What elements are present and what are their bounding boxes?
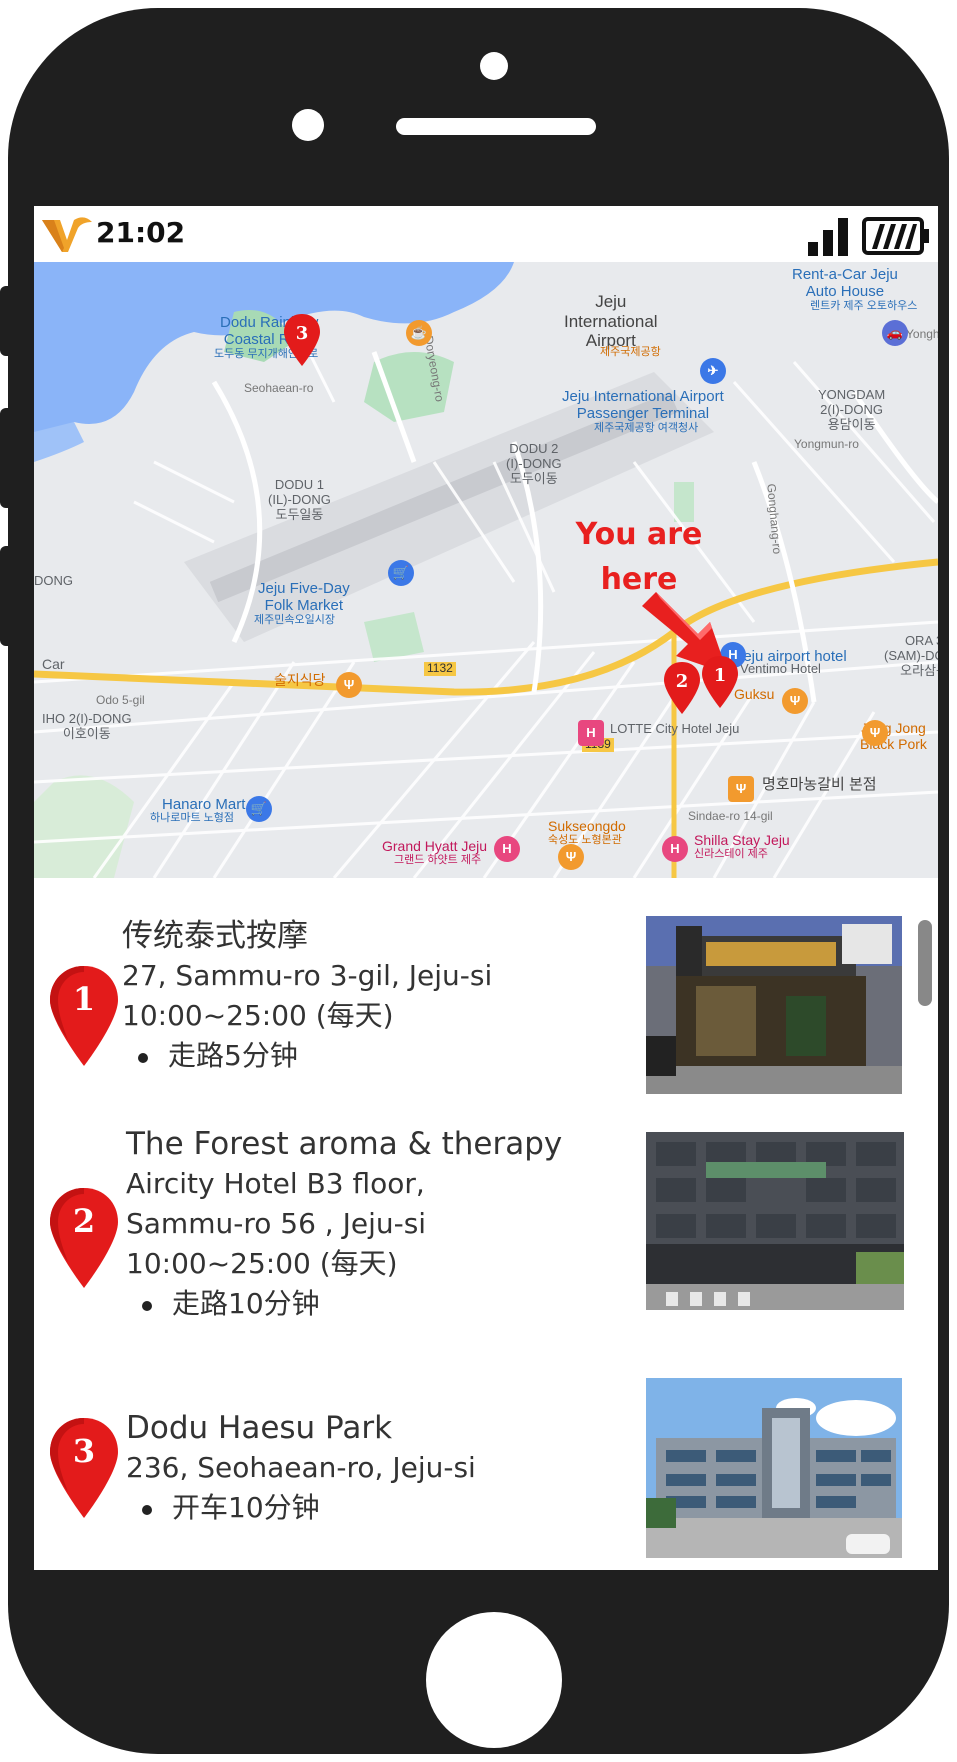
place-2-pin-icon: 2 [48,1186,120,1290]
map-label-car: Car [42,656,65,672]
place-2-hours: 10:00~25:00 (每天) [126,1247,398,1280]
map-label-terminal: Jeju International Airport Passenger Term… [562,388,724,423]
map-label-sukseong: Sukseongdo [548,818,626,834]
restaurant-sukseong-icon[interactable]: Ψ [558,844,584,870]
map-label-dodu2: DODU 2 (I)-DONG 도두이동 [506,441,562,486]
map-label-folk-market-kr: 제주민속오일시장 [254,614,335,626]
restaurant-poi-icon[interactable]: Ψ [336,672,362,698]
restaurant-myeongho-icon[interactable]: Ψ [728,776,754,802]
map-label-folk-market: Jeju Five-Day Folk Market [258,580,350,615]
home-button[interactable] [426,1612,562,1748]
map-view[interactable]: Jeju International Airport 제주국제공항 Jeju Int… [34,262,938,878]
map-label-yongdam: YONGDAM 2(I)-DONG 용담이동 [818,387,886,432]
map-label-terminal-kr: 제주국제공항 여객청사 [594,422,699,434]
front-camera [480,52,508,80]
map-pin-1-number: 1 [714,665,727,686]
place-2-address-line-1: Aircity Hotel B3 floor, [126,1167,425,1200]
place-2-title: The Forest aroma & therapy [126,1126,563,1162]
place-1-photo[interactable] [646,916,902,1094]
map-label-sindae: Sindae-ro 14-gil [688,809,773,823]
earpiece-speaker [396,118,596,135]
place-2-photo[interactable] [646,1132,904,1310]
map-label-shilla: Shilla Stay Jeju [694,832,790,848]
map-pin-1[interactable]: 1 [700,654,740,710]
map-label-rentacar: Rent-a-Car Jeju Auto House [792,266,898,301]
map-label-lotte: LOTTE City Hotel Jeju [610,721,740,736]
restaurant-gukso-icon[interactable]: Ψ [782,688,808,714]
map-label-ora3: ORA 3(SAM)-DONG오라삼동 [884,633,938,678]
market-poi-icon[interactable]: 🛒 [388,560,414,586]
place-item-1[interactable]: 1 传统泰式按摩 27, Sammu-ro 3-gil, Jeju-si 10:… [34,878,938,1098]
hotel-lotte-icon[interactable]: H [578,720,604,746]
map-label-road-1132: 1132 [424,661,456,676]
place-1-distance: 走路5分钟 [122,1036,492,1076]
map-label-yongh: Yongh [906,327,938,341]
mute-switch[interactable] [0,286,14,356]
place-3-photo[interactable] [646,1378,902,1558]
place-3-address: 236, Seohaean-ro, Jeju-si [126,1451,476,1484]
map-label-iho2: IHO 2(I)-DONG 이호이동 [42,711,132,741]
hotel-shilla-icon[interactable]: H [662,836,688,862]
map-label-sulji: 술지식당 [274,672,326,688]
place-3-title: Dodu Haesu Park [126,1410,393,1446]
map-label-yongmun: Yongmun-ro [794,437,859,451]
car-poi-icon[interactable]: 🚗 [882,320,908,346]
place-1-address: 27, Sammu-ro 3-gil, Jeju-si [122,959,493,992]
place-1-info: 传统泰式按摩 27, Sammu-ro 3-gil, Jeju-si 10:00… [122,916,492,1076]
map-label-airport: Jeju International Airport [564,292,658,351]
map-label-seohaean: Seohaean-ro [244,381,314,395]
place-1-pin-number: 1 [73,980,95,1018]
volume-up-button[interactable] [0,408,14,508]
map-label-myeongho: 명호마농갈비 본점 [762,776,877,793]
hanaro-mart-icon[interactable]: 🛒 [246,796,272,822]
airport-poi-icon[interactable]: ✈ [700,358,726,384]
map-pin-3[interactable]: 3 [282,312,322,368]
map-label-dong: DONG [34,573,73,588]
cafe-poi-icon[interactable]: ☕ [406,320,432,346]
map-pin-2[interactable]: 2 [662,660,702,716]
map-label-dodu1: DODU 1 (IL)-DONG 도두일동 [268,477,331,522]
place-3-info: Dodu Haesu Park 236, Seohaean-ro, Jeju-s… [126,1408,476,1528]
map-label-grand-hyatt-kr: 그랜드 하얏트 제주 [394,854,482,866]
map-label-sukseong-kr: 숙성도 노형본관 [548,834,622,846]
place-1-hours: 10:00~25:00 (每天) [122,999,394,1032]
map-label-shilla-kr: 신라스테이 제주 [694,848,768,860]
app-logo-icon [42,217,92,252]
place-3-pin-number: 3 [73,1432,95,1470]
map-label-hanaro-kr: 하나로마트 노형점 [150,812,235,824]
signal-bars-icon [808,218,848,256]
place-item-3[interactable]: 3 Dodu Haesu Park 236, Seohaean-ro, Jeju… [34,1348,938,1570]
place-item-2[interactable]: 2 The Forest aroma & therapy Aircity Hot… [34,1098,938,1348]
places-list[interactable]: 1 传统泰式按摩 27, Sammu-ro 3-gil, Jeju-si 10:… [34,878,938,1570]
place-2-distance: 走路10分钟 [126,1284,562,1324]
map-label-airport-kr: 제주국제공항 [600,346,661,358]
place-3-pin-icon: 3 [48,1416,120,1520]
phone-screen: 21:02 Jeju International Airport 제주국제공항 … [34,206,938,1570]
map-pin-3-number: 3 [296,323,309,344]
battery-icon [862,217,929,255]
place-1-title: 传统泰式按摩 [122,918,308,954]
place-1-pin-icon: 1 [48,964,120,1068]
map-pin-2-number: 2 [676,671,689,692]
place-3-distance: 开车10分钟 [126,1488,476,1528]
proximity-sensor [292,109,324,141]
map-label-odo: Odo 5-gil [96,693,145,707]
you-are-here-label: You are here [575,517,703,597]
volume-down-button[interactable] [0,546,14,646]
status-time: 21:02 [96,216,186,249]
map-label-rentacar-kr: 렌트카 제주 오토하우스 [810,300,918,312]
restaurant-jung-jong-icon[interactable]: Ψ [862,720,888,746]
place-2-pin-number: 2 [73,1202,95,1240]
map-label-ventimo: Ventimo Hotel [740,661,821,676]
map-label-gukso: Guksu [734,686,775,702]
place-2-info: The Forest aroma & therapy Aircity Hotel… [126,1124,562,1324]
map-label-hanaro: Hanaro Mart [162,796,246,813]
map-label-grand-hyatt: Grand Hyatt Jeju [382,838,488,854]
hotel-grand-hyatt-icon[interactable]: H [494,836,520,862]
status-bar: 21:02 [34,206,938,262]
place-2-address-line-2: Sammu-ro 56 , Jeju-si [126,1207,427,1240]
